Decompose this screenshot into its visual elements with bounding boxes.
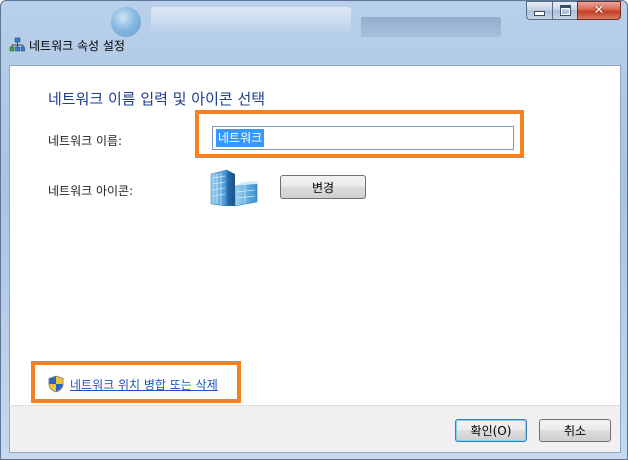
change-icon-button[interactable]: 변경 [280, 175, 366, 199]
background-glass-tab [151, 7, 351, 33]
cancel-button[interactable]: 취소 [539, 419, 611, 442]
maximize-icon [559, 5, 571, 16]
page-title: 네트워크 이름 입력 및 아이콘 선택 [48, 90, 266, 108]
network-icon-label: 네트워크 아이콘: [48, 184, 134, 198]
button-bar: 확인(O) 취소 [9, 405, 621, 453]
network-building-icon [210, 169, 259, 207]
highlight-box-name [195, 110, 524, 158]
window-title: 네트워크 속성 설정 [29, 39, 125, 53]
network-tree-icon [9, 37, 25, 52]
background-glass-tab [361, 17, 501, 37]
caption-buttons: ✕ [526, 1, 621, 21]
maximize-button[interactable] [552, 1, 577, 20]
ok-button[interactable]: 확인(O) [455, 419, 527, 442]
minimize-icon [534, 11, 545, 16]
highlight-box-link [31, 361, 241, 403]
background-globe-icon [111, 7, 141, 37]
title-bar: 네트워크 속성 설정 [1, 35, 627, 55]
minimize-button[interactable] [526, 1, 552, 20]
close-icon: ✕ [593, 3, 605, 18]
network-name-label: 네트워크 이름: [48, 134, 123, 148]
close-button[interactable]: ✕ [577, 1, 621, 20]
